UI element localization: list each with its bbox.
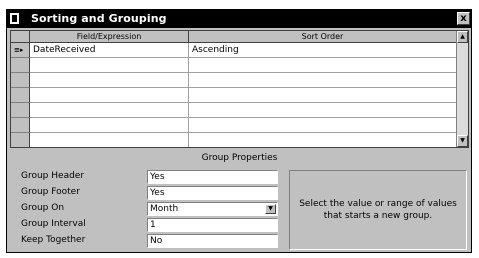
vertical-scrollbar[interactable]: ▲ ▼ [456,31,468,147]
dropdown-arrow-icon[interactable]: ▼ [265,204,276,214]
keep-together-field[interactable]: No [147,234,278,248]
group-interval-label: Group Interval [21,219,86,229]
row-selector[interactable]: ≡▸ [11,43,30,58]
group-header-field[interactable]: Yes [147,170,278,184]
sort-cell[interactable] [189,58,457,73]
group-on-label: Group On [21,203,65,213]
sort-cell[interactable] [189,88,457,103]
field-cell[interactable] [30,118,189,133]
group-header-label: Group Header [21,171,85,181]
sort-cell[interactable]: Ascending [189,43,457,58]
window-title: Sorting and Grouping [31,12,167,25]
field-cell[interactable] [30,103,189,118]
row-selector[interactable] [11,73,30,88]
row-selector[interactable] [11,133,30,147]
keep-together-label: Keep Together [21,235,86,245]
current-row-marker-icon: ≡▸ [14,46,24,54]
field-cell[interactable] [30,88,189,103]
scroll-up-button[interactable]: ▲ [457,31,468,43]
field-cell[interactable]: DateReceived [30,43,189,58]
sort-cell[interactable] [189,103,457,118]
help-text-panel: Select the value or range of values that… [289,170,467,250]
sort-cell[interactable] [189,118,457,133]
close-button[interactable]: x [457,12,470,25]
field-cell[interactable] [30,58,189,73]
sorting-grouping-window: Sorting and Grouping x Field/Expression … [6,9,472,253]
group-footer-label: Group Footer [21,187,80,197]
group-on-select[interactable]: Month ▼ [147,202,278,216]
group-properties-title: Group Properties [201,153,278,163]
row-selector[interactable] [11,88,30,103]
title-bar[interactable]: Sorting and Grouping x [7,10,471,28]
group-interval-field[interactable]: 1 [147,218,278,232]
column-header-sort: Sort Order [189,31,457,43]
group-footer-field[interactable]: Yes [147,186,278,200]
row-selector[interactable] [11,58,30,73]
sort-cell[interactable] [189,73,457,88]
sort-group-grid: Field/Expression Sort Order ≡▸ DateRecei… [10,30,469,148]
scroll-down-button[interactable]: ▼ [457,135,468,147]
field-cell[interactable] [30,73,189,88]
row-selector[interactable] [11,103,30,118]
column-header-field: Field/Expression [30,31,189,43]
grid-corner [11,31,30,43]
group-on-value: Month [150,204,179,214]
system-menu-icon[interactable] [10,13,19,24]
help-text: Select the value or range of values that… [299,199,457,221]
row-selector[interactable] [11,118,30,133]
sort-cell[interactable] [189,133,457,147]
field-cell[interactable] [30,133,189,147]
